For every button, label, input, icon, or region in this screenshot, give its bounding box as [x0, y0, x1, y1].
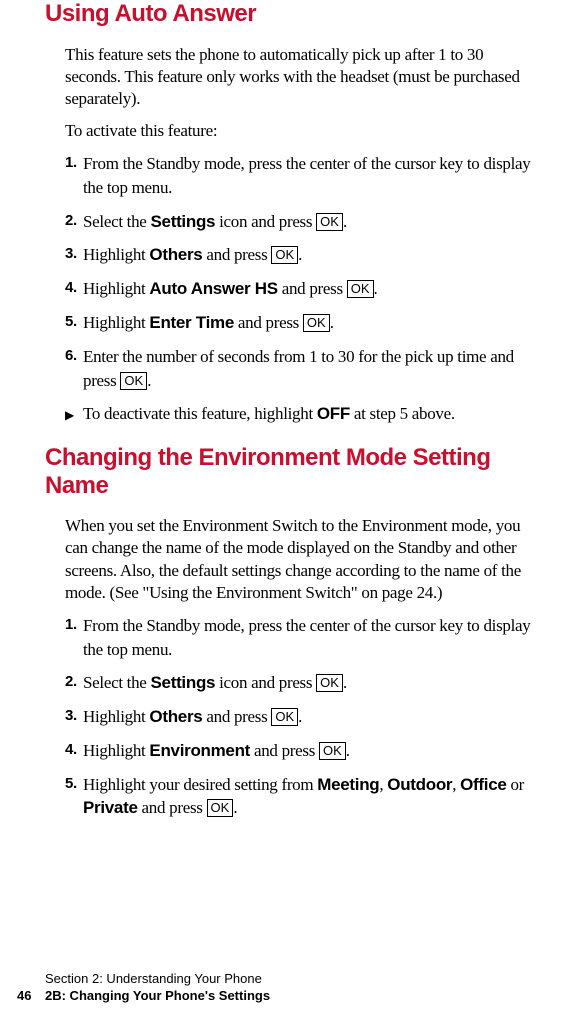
- bold-settings: Settings: [151, 212, 216, 231]
- footer-chapter: 2B: Changing Your Phone's Settings: [45, 988, 270, 1003]
- footer-section: Section 2: Understanding Your Phone: [45, 970, 270, 988]
- step-text-mid: and press: [234, 313, 303, 332]
- intro-paragraph: This feature sets the phone to automatic…: [65, 44, 541, 110]
- section-environment: When you set the Environment Switch to t…: [45, 515, 541, 820]
- page: Using Auto Answer This feature sets the …: [0, 0, 561, 1033]
- step-text-pre: Highlight your desired setting from: [83, 775, 317, 794]
- triangle-icon: ▶: [65, 407, 74, 424]
- step-text-pre: Highlight: [83, 707, 149, 726]
- ok-key-icon: OK: [207, 799, 234, 817]
- step-text-pre: Select the: [83, 673, 151, 692]
- ok-key-icon: OK: [316, 213, 343, 231]
- heading-using-auto-answer: Using Auto Answer: [45, 0, 541, 28]
- step-text-pre: Highlight: [83, 741, 149, 760]
- comma-2: ,: [452, 775, 460, 794]
- step-text-mid: and press: [202, 707, 271, 726]
- steps-list-1: 1. From the Standby mode, press the cent…: [65, 152, 541, 392]
- bold-others: Others: [149, 245, 202, 264]
- env-step-2: 2. Select the Settings icon and press OK…: [65, 671, 541, 695]
- step-text-post: .: [330, 313, 334, 332]
- step-2: 2. Select the Settings icon and press OK…: [65, 210, 541, 234]
- bold-environment: Environment: [149, 741, 250, 760]
- deactivate-post: at step 5 above.: [350, 404, 455, 423]
- bold-auto-answer-hs: Auto Answer HS: [149, 279, 277, 298]
- step-text-pre: Highlight: [83, 313, 149, 332]
- env-step-3: 3. Highlight Others and press OK.: [65, 705, 541, 729]
- step-text-post: .: [298, 707, 302, 726]
- ok-key-icon: OK: [271, 246, 298, 264]
- step-text-mid: icon and press: [215, 673, 316, 692]
- env-intro-paragraph: When you set the Environment Switch to t…: [65, 515, 541, 603]
- deactivate-pre: To deactivate this feature, highlight: [83, 404, 317, 423]
- bold-others: Others: [149, 707, 202, 726]
- or-conj: or: [507, 775, 525, 794]
- step-number: 2.: [65, 210, 77, 231]
- bold-settings: Settings: [151, 673, 216, 692]
- page-footer: Section 2: Understanding Your Phone 462B…: [45, 970, 270, 1005]
- step-text-post: .: [298, 245, 302, 264]
- section-auto-answer: This feature sets the phone to automatic…: [45, 44, 541, 427]
- step-5: 5. Highlight Enter Time and press OK.: [65, 311, 541, 335]
- step-number: 5.: [65, 773, 77, 794]
- heading-environment-mode: Changing the Environment Mode Setting Na…: [45, 444, 541, 499]
- deactivate-note: ▶ To deactivate this feature, highlight …: [65, 402, 541, 426]
- step-text: From the Standby mode, press the center …: [83, 154, 530, 197]
- step-text-post: .: [233, 798, 237, 817]
- env-step-4: 4. Highlight Environment and press OK.: [65, 739, 541, 763]
- step-text-mid: and press: [278, 279, 347, 298]
- step-text-pre: Highlight: [83, 279, 149, 298]
- step-number: 6.: [65, 345, 77, 366]
- env-step-5: 5. Highlight your desired setting from M…: [65, 773, 541, 821]
- bold-enter-time: Enter Time: [149, 313, 234, 332]
- bold-private: Private: [83, 798, 138, 817]
- step-6: 6. Enter the number of seconds from 1 to…: [65, 345, 541, 393]
- bold-meeting: Meeting: [317, 775, 379, 794]
- ok-key-icon: OK: [271, 708, 298, 726]
- step-text-pre: Highlight: [83, 245, 149, 264]
- activate-label: To activate this feature:: [65, 120, 541, 142]
- footer-page-line: 462B: Changing Your Phone's Settings: [45, 987, 270, 1005]
- footer-page-number: 46: [17, 987, 45, 1005]
- ok-key-icon: OK: [120, 372, 147, 390]
- step-text-mid: and press: [250, 741, 319, 760]
- step-text-post: .: [346, 741, 350, 760]
- step-text-mid: icon and press: [215, 212, 316, 231]
- step-number: 2.: [65, 671, 77, 692]
- step-1: 1. From the Standby mode, press the cent…: [65, 152, 541, 200]
- step-4: 4. Highlight Auto Answer HS and press OK…: [65, 277, 541, 301]
- bold-office: Office: [460, 775, 506, 794]
- ok-key-icon: OK: [319, 742, 346, 760]
- step-text-post: .: [374, 279, 378, 298]
- steps-list-2: 1. From the Standby mode, press the cent…: [65, 614, 541, 821]
- step-text-post: .: [147, 371, 151, 390]
- ok-key-icon: OK: [303, 314, 330, 332]
- step-number: 5.: [65, 311, 77, 332]
- step-text-mid: and press: [202, 245, 271, 264]
- step-text-post: .: [343, 212, 347, 231]
- step-3: 3. Highlight Others and press OK.: [65, 243, 541, 267]
- ok-key-icon: OK: [316, 674, 343, 692]
- ok-key-icon: OK: [347, 280, 374, 298]
- step-text-pre: Select the: [83, 212, 151, 231]
- bold-off: OFF: [317, 404, 350, 423]
- bold-outdoor: Outdoor: [387, 775, 452, 794]
- step-text-mid: and press: [138, 798, 207, 817]
- step-number: 1.: [65, 614, 77, 635]
- step-number: 1.: [65, 152, 77, 173]
- step-text-post: .: [343, 673, 347, 692]
- step-number: 4.: [65, 739, 77, 760]
- env-step-1: 1. From the Standby mode, press the cent…: [65, 614, 541, 662]
- step-number: 4.: [65, 277, 77, 298]
- step-number: 3.: [65, 705, 77, 726]
- step-text: From the Standby mode, press the center …: [83, 616, 530, 659]
- step-number: 3.: [65, 243, 77, 264]
